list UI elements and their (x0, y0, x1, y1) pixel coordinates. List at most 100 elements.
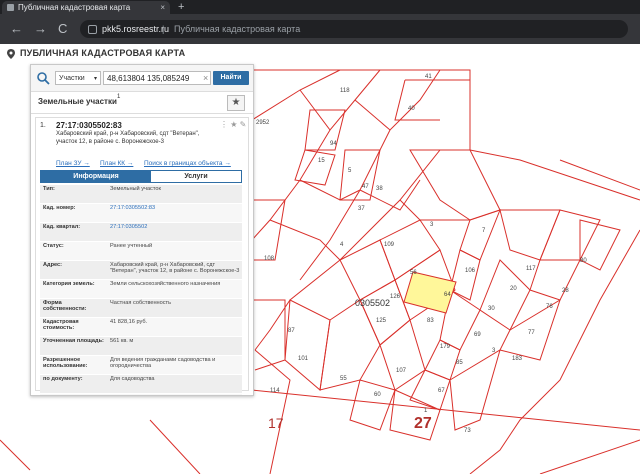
parcel-number: 67 (438, 388, 445, 394)
parcel-number: 64 (444, 292, 451, 298)
site-title: ПУБЛИЧНАЯ КАДАСТРОВАЯ КАРТА (20, 48, 186, 58)
info-label: Адрес: (43, 262, 63, 268)
card-tabs: Информация Услуги (40, 170, 242, 183)
info-label: Уточненная площадь: (43, 338, 104, 344)
parcel-number: 126 (390, 294, 401, 300)
tab-information[interactable]: Информация (41, 171, 151, 182)
parcel-number: 55 (340, 376, 347, 382)
info-label: Статус: (43, 243, 64, 249)
info-row: Разрешенное использование: Для ведения гр… (40, 356, 242, 375)
address-host: pkk5.rosreestr.ru (102, 24, 170, 34)
info-value[interactable]: 27:17:0305502:83 (106, 204, 240, 212)
info-row: Категория земель: Земли сельскохозяйствен… (40, 280, 242, 299)
clear-icon[interactable]: × (203, 71, 208, 85)
parcel-number: 60 (374, 392, 381, 398)
browser-toolbar: ← → C pkk5.rosreestr.ru | Публичная када… (0, 14, 640, 44)
info-value: Для садоводства (110, 376, 155, 382)
parcel-number: 77 (528, 330, 535, 336)
card-address: Хабаровский край, р-н Хабаровский, сдт "… (56, 131, 200, 145)
info-row: Адрес: Хабаровский край, р-н Хабаровский,… (40, 261, 242, 280)
find-button[interactable]: Найти (213, 71, 249, 85)
parcel-number: 38 (376, 186, 383, 192)
address-separator: | (162, 24, 165, 34)
info-table: Тип: Земельный участок Кад. номер: 27:17:03… (40, 185, 242, 395)
address-bar[interactable]: pkk5.rosreestr.ru | Публичная кадастрова… (80, 20, 628, 38)
parcel-number: 85 (456, 360, 463, 366)
reload-button[interactable]: C (58, 21, 67, 37)
parcel-number: 20 (510, 286, 517, 292)
card-cadastral-number[interactable]: 27:17:0305502:83 (56, 121, 122, 130)
search-input[interactable] (103, 71, 211, 85)
site-header: ПУБЛИЧНАЯ КАДАСТРОВАЯ КАРТА (0, 44, 640, 64)
info-value: Земли сельскохозяйственного назначения (110, 281, 221, 287)
search-row: Участки ▾ × Найти (31, 65, 253, 92)
browser-tab[interactable]: Публичная кадастровая карта × (2, 1, 170, 14)
card-action-icons[interactable]: ⋮ ★ ✎ (220, 120, 246, 129)
parcel-number: 118 (340, 88, 350, 94)
info-row: Кадастровый инженер:Сарбаева Екатерина А… (40, 394, 242, 395)
zone-label: 17 (268, 415, 284, 431)
search-panel: Участки ▾ × Найти Земельные участки 1 ★ … (30, 64, 254, 396)
plan-kk-link[interactable]: План КК → (100, 160, 133, 167)
info-row: Форма собственности: Частная собственност… (40, 299, 242, 318)
info-value: Земельный участок (110, 186, 161, 192)
parcel-number: 2952 (256, 120, 270, 126)
parcel-number: 101 (298, 356, 309, 362)
quarter-label: 0305502 (355, 298, 390, 308)
info-label: Кад. квартал: (43, 224, 81, 230)
parcel-number: 69 (474, 332, 481, 338)
results-count: 1 (117, 94, 121, 100)
address-page-title: Публичная кадастровая карта (174, 24, 301, 34)
parcel-number: 179 (440, 344, 451, 350)
browser-tab-bar: Публичная кадастровая карта × + (0, 0, 640, 14)
info-row: Тип: Земельный участок (40, 185, 242, 204)
new-tab-button[interactable]: + (178, 0, 184, 14)
forward-button[interactable]: → (34, 21, 47, 37)
parcel-number: 183 (512, 356, 523, 362)
parcel-number: 15 (318, 158, 325, 164)
parcel-number: 106 (465, 268, 476, 274)
info-label: Категория земель: (43, 281, 95, 287)
info-value: Ранее учтенный (110, 243, 153, 249)
close-tab-icon[interactable]: × (160, 1, 165, 14)
search-icon[interactable] (36, 71, 50, 85)
info-label: Кад. номер: (43, 205, 76, 211)
info-row: Кад. квартал: 27:17:0305502 (40, 223, 242, 242)
parcel-number: 83 (427, 318, 434, 324)
info-label: Разрешенное использование: (43, 357, 88, 370)
favorite-button[interactable]: ★ (227, 95, 245, 111)
info-value: 561 кв. м (110, 338, 134, 344)
info-value: Хабаровский край, р-н Хабаровский, сдт "… (110, 262, 240, 275)
info-row: Кадастровая стоимость: 41 828,16 руб. (40, 318, 242, 337)
map-pin-logo-icon (7, 49, 15, 59)
parcel-number: 87 (288, 328, 295, 334)
parcel-number: 41 (425, 74, 432, 80)
search-in-bounds-link[interactable]: Поиск в границах объекта → (144, 160, 231, 167)
card-index: 1. (40, 122, 46, 129)
info-row: Статус: Ранее учтенный (40, 242, 242, 261)
parcel-card: 1. 27:17:0305502:83 ⋮ ★ ✎ Хабаровский кр… (35, 117, 249, 395)
tab-services[interactable]: Услуги (151, 171, 241, 182)
info-label: Кадастровая стоимость: (43, 319, 79, 332)
lock-icon (88, 25, 97, 34)
info-label: Кадастровый инженер: (40, 394, 106, 395)
parcel-number: 73 (464, 428, 471, 434)
info-row: Уточненная площадь: 561 кв. м (40, 337, 242, 356)
info-label: Тип: (43, 186, 55, 192)
back-button[interactable]: ← (10, 21, 23, 37)
parcel-number: 117 (526, 266, 536, 272)
parcel-number: 28 (562, 288, 569, 294)
parcel-number: 56 (410, 270, 417, 276)
zone-label: 27 (414, 415, 432, 432)
results-header: Земельные участки 1 ★ (31, 91, 253, 114)
parcel-number: 107 (396, 368, 407, 374)
info-label: Форма собственности: (43, 300, 87, 313)
info-row: по документу: Для садоводства (40, 375, 242, 394)
results-title: Земельные участки (38, 97, 117, 106)
info-value: Частная собственность (110, 300, 172, 306)
info-value[interactable]: 27:17:0305502 (106, 223, 240, 231)
search-type-select[interactable]: Участки ▾ (55, 71, 101, 85)
favicon-icon (7, 4, 14, 11)
plan-zu-link[interactable]: План ЗУ → (56, 160, 90, 167)
info-value: 41 828,16 руб. (110, 319, 148, 325)
